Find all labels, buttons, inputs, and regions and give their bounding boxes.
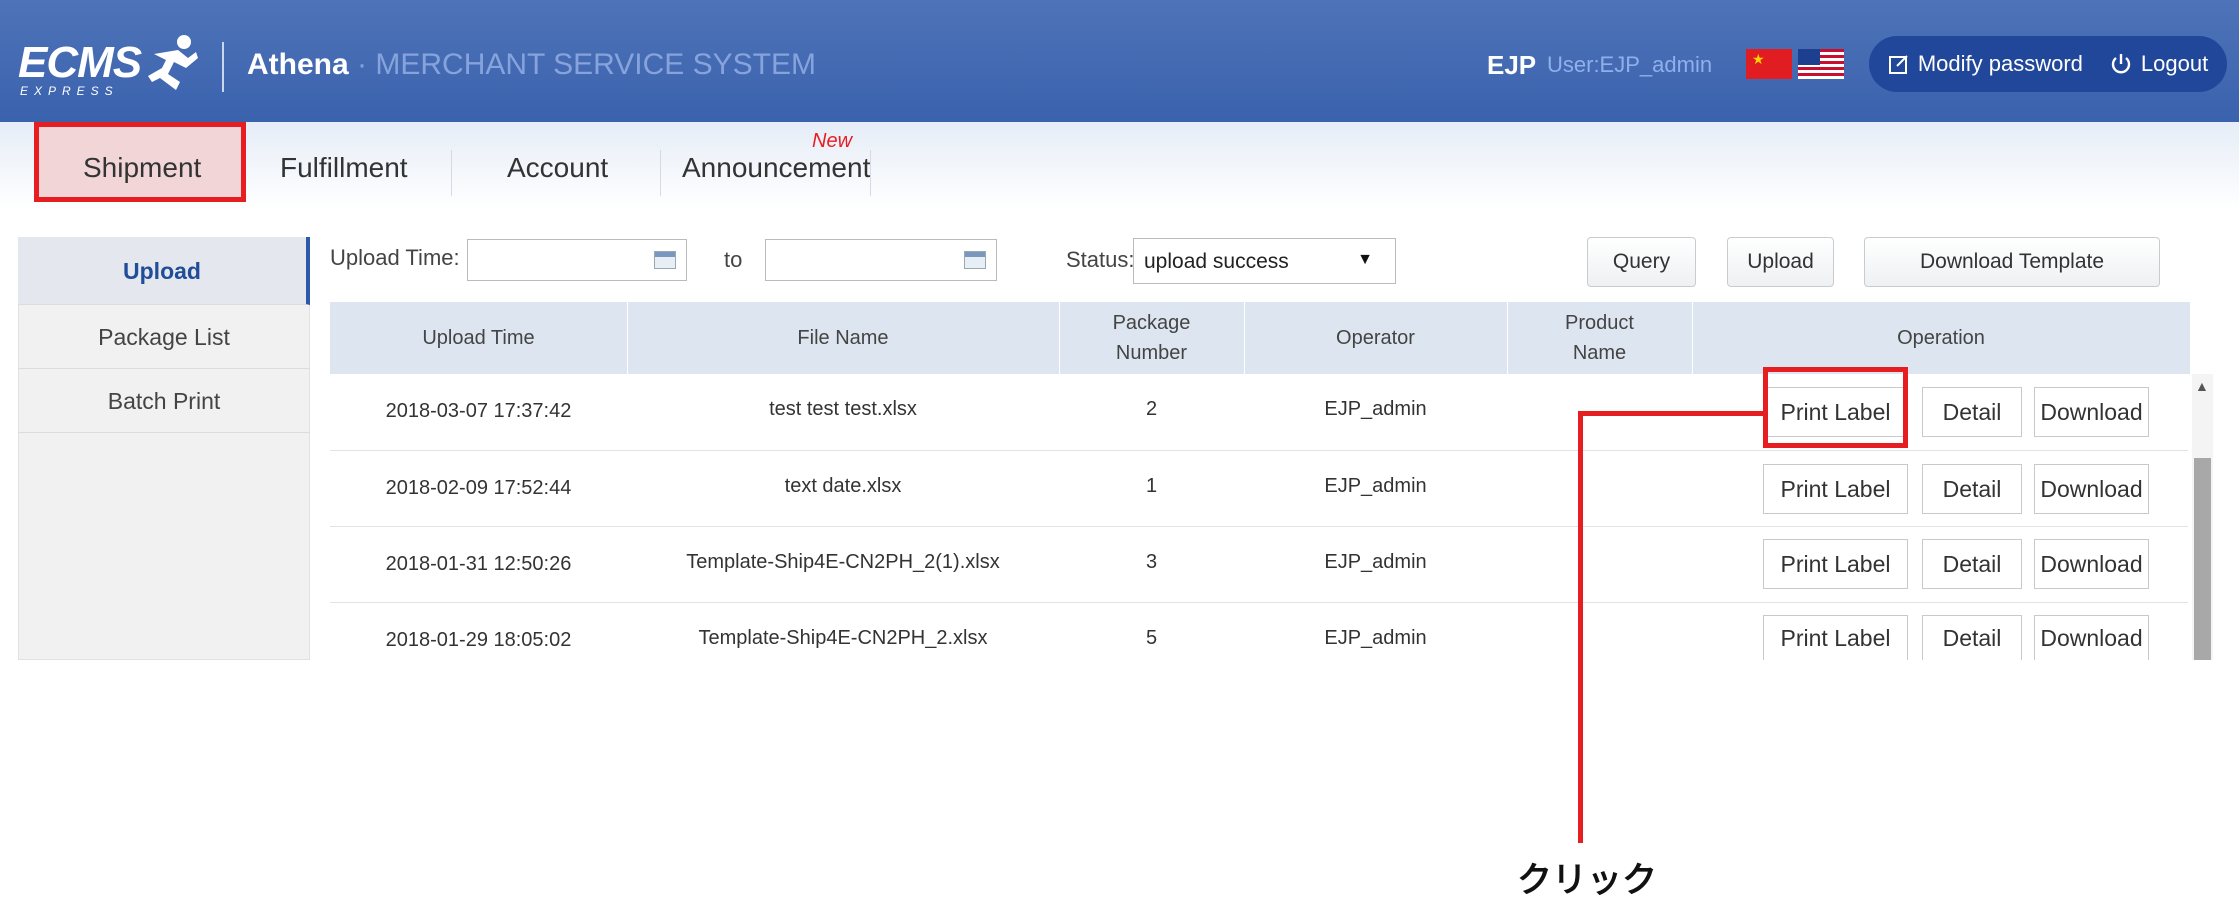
callout-line-horizontal	[1578, 411, 1766, 416]
upload-button[interactable]: Upload	[1727, 237, 1834, 287]
download-button[interactable]: Download	[2034, 615, 2149, 660]
scrollbar-thumb[interactable]	[2194, 458, 2211, 660]
cell-upload-time: 2018-03-07 17:37:42	[385, 400, 572, 422]
cell-package-number: 3	[1145, 551, 1158, 573]
sidebar-item-batch-print[interactable]: Batch Print	[18, 369, 310, 433]
status-value: upload success	[1144, 250, 1289, 273]
cell-file-name: text date.xlsx	[784, 475, 902, 497]
account-actions: Modify password Logout	[1869, 36, 2227, 92]
col-file-name: File Name	[797, 327, 889, 349]
user-label: User:EJP_admin	[1547, 52, 1713, 77]
modify-password-button[interactable]: Modify password	[1888, 51, 2083, 77]
cell-operator: EJP_admin	[1324, 475, 1427, 497]
scroll-up-arrow-icon[interactable]: ▲	[2195, 378, 2209, 394]
col-package-number: Package Number	[1059, 302, 1244, 374]
logout-button[interactable]: Logout	[2109, 51, 2208, 77]
col-product-name: Product Name	[1507, 302, 1692, 374]
brand-separator: ·	[348, 48, 376, 81]
download-button[interactable]: Download	[2034, 387, 2149, 437]
detail-button[interactable]: Detail	[1922, 387, 2022, 437]
tab-account[interactable]: Account	[507, 152, 608, 184]
col-product-line2: Name	[1572, 342, 1627, 364]
tab-shipment[interactable]: Shipment	[83, 152, 201, 184]
edit-icon	[1888, 55, 1908, 74]
cell-upload-time: 2018-01-29 18:05:02	[385, 629, 572, 651]
us-flag-icon[interactable]	[1798, 49, 1844, 79]
ecms-logo[interactable]: ECMS EXPRESS	[18, 28, 218, 98]
calendar-icon[interactable]	[964, 251, 986, 269]
cell-package-number: 5	[1145, 627, 1158, 649]
col-product-line1: Product	[1565, 312, 1634, 334]
click-annotation: クリック	[1517, 861, 1658, 901]
print-label-button[interactable]: Print Label	[1763, 615, 1908, 660]
col-upload-time: Upload Time	[422, 327, 535, 349]
cell-file-name: Template-Ship4E-CN2PH_2.xlsx	[698, 627, 988, 649]
print-label-button[interactable]: Print Label	[1763, 539, 1908, 589]
calendar-icon[interactable]	[654, 251, 676, 269]
callout-line-vertical	[1578, 411, 1583, 843]
col-operator: Operator	[1336, 327, 1415, 349]
tab-fulfillment[interactable]: Fulfillment	[280, 152, 408, 184]
detail-button[interactable]: Detail	[1922, 615, 2022, 660]
logo-divider	[222, 42, 224, 92]
upload-time-from-input[interactable]	[467, 239, 687, 281]
cell-package-number: 2	[1145, 398, 1158, 420]
download-template-button[interactable]: Download Template	[1864, 237, 2160, 287]
to-label: to	[724, 247, 743, 272]
logo-text: ECMS	[18, 38, 142, 87]
brand-system: MERCHANT SERVICE SYSTEM	[375, 48, 816, 81]
ejp-label: EJP	[1487, 50, 1537, 80]
col-package-line1: Package	[1112, 312, 1191, 334]
detail-button[interactable]: Detail	[1922, 539, 2022, 589]
modify-password-label: Modify password	[1917, 51, 2083, 76]
brand-title: Athena · MERCHANT SERVICE SYSTEM	[247, 48, 816, 82]
dropdown-arrow-icon: ▼	[1357, 251, 1373, 268]
upload-time-to-input[interactable]	[765, 239, 997, 281]
print-label-highlight	[1763, 367, 1908, 448]
logout-label: Logout	[2140, 51, 2209, 76]
cell-package-number: 1	[1145, 475, 1158, 497]
flag-canton	[1798, 49, 1820, 65]
nav-divider	[870, 150, 871, 196]
sidebar-item-package-list[interactable]: Package List	[18, 305, 310, 369]
detail-button[interactable]: Detail	[1922, 464, 2022, 514]
brand-name: Athena	[247, 48, 349, 81]
upload-time-label: Upload Time:	[330, 245, 460, 270]
cell-upload-time: 2018-01-31 12:50:26	[385, 553, 572, 575]
new-badge: New	[812, 130, 853, 152]
tab-announcement[interactable]: Announcement	[682, 152, 870, 184]
logo-subtext: EXPRESS	[20, 84, 119, 98]
download-button[interactable]: Download	[2034, 464, 2149, 514]
flag-star-icon: ★	[1752, 51, 1765, 67]
col-package-line2: Number	[1115, 342, 1188, 364]
cell-operator: EJP_admin	[1324, 398, 1427, 420]
power-icon	[2111, 54, 2131, 74]
cell-upload-time: 2018-02-09 17:52:44	[385, 477, 572, 499]
status-label: Status:	[1066, 247, 1135, 272]
download-button[interactable]: Download	[2034, 539, 2149, 589]
nav-divider	[660, 150, 661, 196]
col-operation: Operation	[1897, 327, 1985, 349]
china-flag-icon[interactable]: ★	[1746, 49, 1792, 79]
sidebar-item-upload[interactable]: Upload	[18, 237, 310, 305]
cell-operator: EJP_admin	[1324, 551, 1427, 573]
runner-icon	[148, 35, 198, 90]
status-select[interactable]: upload success ▼	[1133, 238, 1396, 284]
cell-file-name: Template-Ship4E-CN2PH_2(1).xlsx	[686, 551, 1000, 573]
query-button[interactable]: Query	[1587, 237, 1696, 287]
cell-file-name: test test test.xlsx	[769, 398, 917, 420]
cell-operator: EJP_admin	[1324, 627, 1427, 649]
nav-divider	[451, 150, 452, 196]
print-label-button[interactable]: Print Label	[1763, 464, 1908, 514]
